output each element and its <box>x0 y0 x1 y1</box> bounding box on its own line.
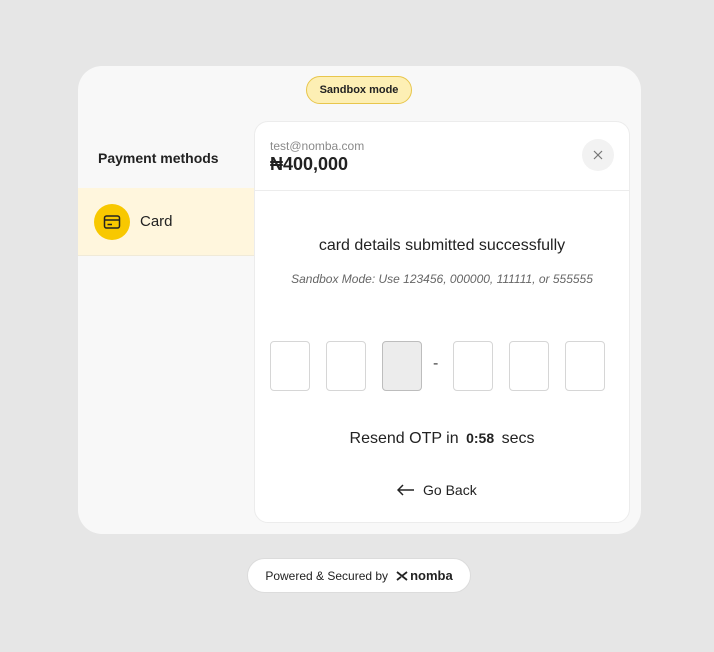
powered-by-text: Powered & Secured by <box>265 568 389 583</box>
go-back-label: Go Back <box>423 482 477 498</box>
otp-digit-6[interactable] <box>565 341 605 391</box>
payment-method-label: Card <box>140 213 173 230</box>
otp-digit-2[interactable] <box>326 341 366 391</box>
otp-digit-1[interactable] <box>270 341 310 391</box>
resend-otp-text: Resend OTP in 0:58 secs <box>255 430 629 448</box>
otp-separator: - <box>433 355 439 372</box>
customer-email: test@nomba.com <box>270 139 365 153</box>
otp-digit-3[interactable] <box>382 341 422 391</box>
otp-digit-4[interactable] <box>453 341 493 391</box>
close-button[interactable] <box>582 139 614 171</box>
powered-by-footer: Powered & Secured by nomba <box>247 558 471 593</box>
brand-name: nomba <box>410 568 453 583</box>
payment-method-card[interactable]: Card <box>78 188 254 256</box>
resend-prefix: Resend OTP in <box>349 430 459 447</box>
payment-amount: ₦400,000 <box>270 154 349 174</box>
resend-timer: 0:58 <box>466 430 495 446</box>
sandbox-badge: Sandbox mode <box>306 76 412 104</box>
arrow-left-icon <box>397 484 414 496</box>
payment-panel: test@nomba.com ₦400,000 card details sub… <box>254 121 630 523</box>
resend-suffix: secs <box>501 430 535 447</box>
payment-methods-heading: Payment methods <box>98 150 219 166</box>
go-back-button[interactable]: Go Back <box>397 480 477 500</box>
panel-header: test@nomba.com ₦400,000 <box>255 122 629 191</box>
nomba-logo: nomba <box>396 568 453 583</box>
sandbox-hint: Sandbox Mode: Use 123456, 000000, 111111… <box>291 272 593 286</box>
nomba-mark-icon <box>396 570 408 581</box>
otp-digit-5[interactable] <box>509 341 549 391</box>
close-icon <box>593 150 603 160</box>
card-icon <box>94 204 130 240</box>
status-message: card details submitted successfully <box>318 237 566 254</box>
